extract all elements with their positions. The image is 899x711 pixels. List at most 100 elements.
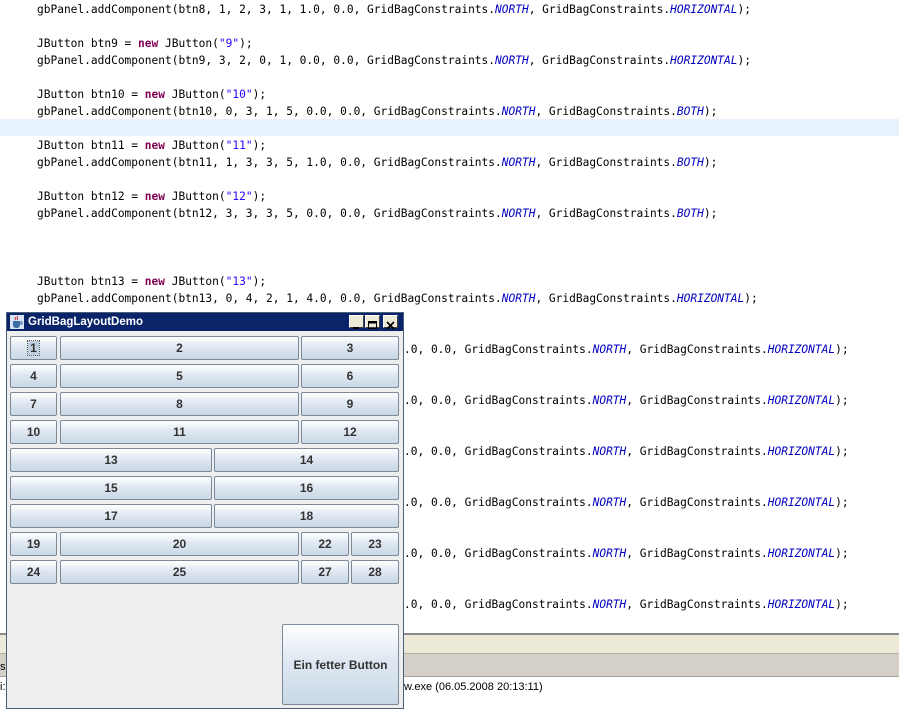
grid-button-label: 3 [346,341,354,355]
code-token: NORTH [592,343,627,356]
minimize-icon [353,327,359,329]
window-titlebar[interactable]: GridBagLayoutDemo [7,313,403,331]
code-token: JButton btn11 = [37,139,145,152]
grid-button-24[interactable]: 24 [10,560,57,584]
grid-button-2[interactable]: 2 [60,336,299,360]
code-token: ); [252,139,267,152]
code-token: , GridBagConstraints. [626,547,768,560]
grid-button-label: 14 [299,453,314,467]
code-line: .0, 0.0, GridBagConstraints.NORTH, GridB… [404,494,849,511]
code-token: NORTH [501,292,536,305]
grid-button-10[interactable]: 10 [10,420,57,444]
console-left-stub: s [0,661,6,673]
minimize-button[interactable] [349,315,364,329]
code-token: gbPanel.addComponent(btn10, 0, 3, 1, 5, … [37,105,502,118]
grid-button-5[interactable]: 5 [60,364,299,388]
grid-button-label: 20 [172,537,187,551]
close-button[interactable] [383,315,398,330]
grid-button-28[interactable]: 28 [351,560,399,584]
code-token: , GridBagConstraints. [535,207,677,220]
code-token: NORTH [495,54,529,67]
java-cup-icon [10,315,24,329]
code-token: gbPanel.addComponent(btn12, 3, 3, 3, 5, … [37,207,502,220]
grid-button-23[interactable]: 23 [351,532,399,556]
grid-button-20[interactable]: 20 [60,532,299,556]
fat-button[interactable]: Ein fetter Button [282,624,399,705]
grid-button-label: 25 [172,565,187,579]
grid-button-19[interactable]: 19 [10,532,57,556]
code-token: NORTH [592,598,627,611]
grid-button-17[interactable]: 17 [10,504,212,528]
code-token: NORTH [501,105,536,118]
code-line: JButton btn12 = new JButton("12"); [37,188,266,205]
code-token: "11" [225,139,253,152]
close-icon [386,321,395,330]
grid-button-6[interactable]: 6 [301,364,399,388]
grid-button-1[interactable]: 1 [10,336,57,360]
code-token: HORIZONTAL [767,343,836,356]
grid-button-4[interactable]: 4 [10,364,57,388]
code-line: gbPanel.addComponent(btn11, 1, 3, 3, 5, … [37,154,717,171]
grid-button-label: 27 [318,565,332,579]
code-token: NORTH [592,496,627,509]
code-token: ); [737,54,751,67]
code-token: new [144,190,165,203]
grid-button-label: 2 [176,341,183,355]
code-token: ); [737,3,751,16]
code-line: .0, 0.0, GridBagConstraints.NORTH, GridB… [404,596,849,613]
grid-button-label: 15 [104,481,118,495]
code-token: ); [835,445,849,458]
code-token: "13" [225,275,253,288]
code-token: ); [703,156,718,169]
grid-button-13[interactable]: 13 [10,448,212,472]
grid-button-12[interactable]: 12 [301,420,399,444]
code-token: , GridBagConstraints. [626,598,768,611]
code-token: ); [252,275,267,288]
grid-button-11[interactable]: 11 [60,420,299,444]
grid-button-label: 7 [30,397,37,411]
code-token: JButton( [165,190,226,203]
gridbag-demo-window[interactable]: GridBagLayoutDemo 1 2 3 4 5 6 7 8 9 10 1… [6,312,404,709]
grid-button-14[interactable]: 14 [214,448,399,472]
grid-button-label: 17 [104,509,118,523]
grid-button-15[interactable]: 15 [10,476,212,500]
code-token: NORTH [592,394,627,407]
code-token: , GridBagConstraints. [626,343,768,356]
grid-button-7[interactable]: 7 [10,392,57,416]
grid-button-label: 8 [176,397,183,411]
code-token: ); [835,496,849,509]
grid-button-22[interactable]: 22 [301,532,349,556]
code-token: JButton( [165,139,226,152]
code-token: NORTH [592,445,627,458]
code-token: new [138,37,159,50]
grid-button-label: 12 [343,425,357,439]
code-token: new [144,88,165,101]
grid-button-3[interactable]: 3 [301,336,399,360]
maximize-button[interactable] [365,315,380,329]
code-token: "10" [225,88,253,101]
grid-button-9[interactable]: 9 [301,392,399,416]
code-line: .0, 0.0, GridBagConstraints.NORTH, GridB… [404,545,849,562]
code-token: HORIZONTAL [670,3,738,16]
code-token: BOTH [676,105,704,118]
grid-button-8[interactable]: 8 [60,392,299,416]
grid-button-label: 18 [299,509,314,523]
code-token: JButton( [165,275,226,288]
grid-button-27[interactable]: 27 [301,560,349,584]
grid-button-label: 13 [104,453,118,467]
code-token: .0, 0.0, GridBagConstraints. [404,394,593,407]
code-token: JButton btn12 = [37,190,145,203]
grid-button-label: 5 [176,369,183,383]
grid-button-label: 1 [27,340,40,356]
code-token: ); [252,190,267,203]
code-line: JButton btn13 = new JButton("13"); [37,273,266,290]
grid-button-18[interactable]: 18 [214,504,399,528]
code-token: BOTH [676,156,704,169]
code-token: JButton( [165,88,226,101]
grid-button-25[interactable]: 25 [60,560,299,584]
code-token: ); [835,343,849,356]
grid-button-label: 22 [318,537,332,551]
grid-button-16[interactable]: 16 [214,476,399,500]
grid-button-label: 24 [26,565,41,579]
window-title: GridBagLayoutDemo [28,316,144,328]
